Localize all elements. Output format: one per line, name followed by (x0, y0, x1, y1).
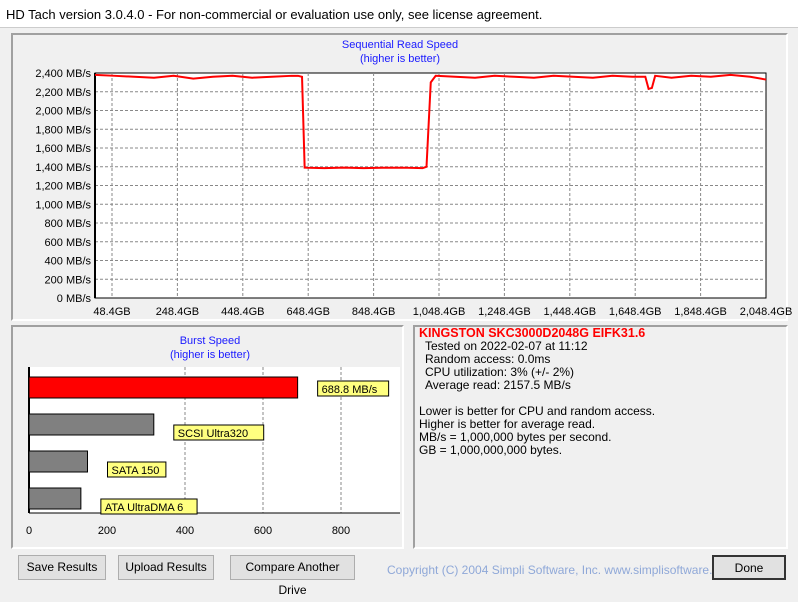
x-tick-label: 1,448.4GB (544, 306, 597, 318)
bar-label: ATA UltraDMA 6 (105, 502, 183, 514)
copyright: Copyright (C) 2004 Simpli Software, Inc.… (387, 563, 736, 577)
x-tick-label: 1,048.4GB (413, 306, 466, 318)
bar-label: SCSI Ultra320 (178, 428, 248, 440)
bar-label: SATA 150 (112, 465, 160, 477)
average-read: Average read: 2157.5 MB/s (425, 378, 571, 392)
x-tick-label: 1,848.4GB (674, 306, 727, 318)
burst-bar (28, 376, 299, 399)
bar-label: 688.8 MB/s (322, 384, 378, 396)
save-results-button[interactable]: Save Results (18, 555, 106, 580)
x-tick-label: 200 (98, 525, 116, 537)
burst-bar (28, 450, 88, 473)
burst-bar (28, 413, 155, 436)
x-tick-label: 800 (332, 525, 350, 537)
done-button[interactable]: Done (712, 555, 786, 580)
compare-drive-button[interactable]: Compare Another Drive (230, 555, 355, 597)
info-text: KINGSTON SKC3000D2048G EIFK31.6 Tested o… (419, 327, 655, 457)
x-tick-label: 600 (254, 525, 272, 537)
x-tick-label: 400 (176, 525, 194, 537)
x-tick-label: 1,648.4GB (609, 306, 662, 318)
x-tick-label: 1,248.4GB (478, 306, 531, 318)
upload-results-button[interactable]: Upload Results (118, 555, 214, 580)
burst-speed-chart: 0 200 400 600 800 688.8 MB/s SCSI Ultra320 SATA… (26, 367, 400, 537)
burst-bar (28, 487, 82, 510)
x-tick-label: 0 (26, 525, 32, 537)
note: GB = 1,000,000,000 bytes. (419, 443, 563, 457)
x-tick-label: 2,048.4GB (740, 306, 793, 318)
